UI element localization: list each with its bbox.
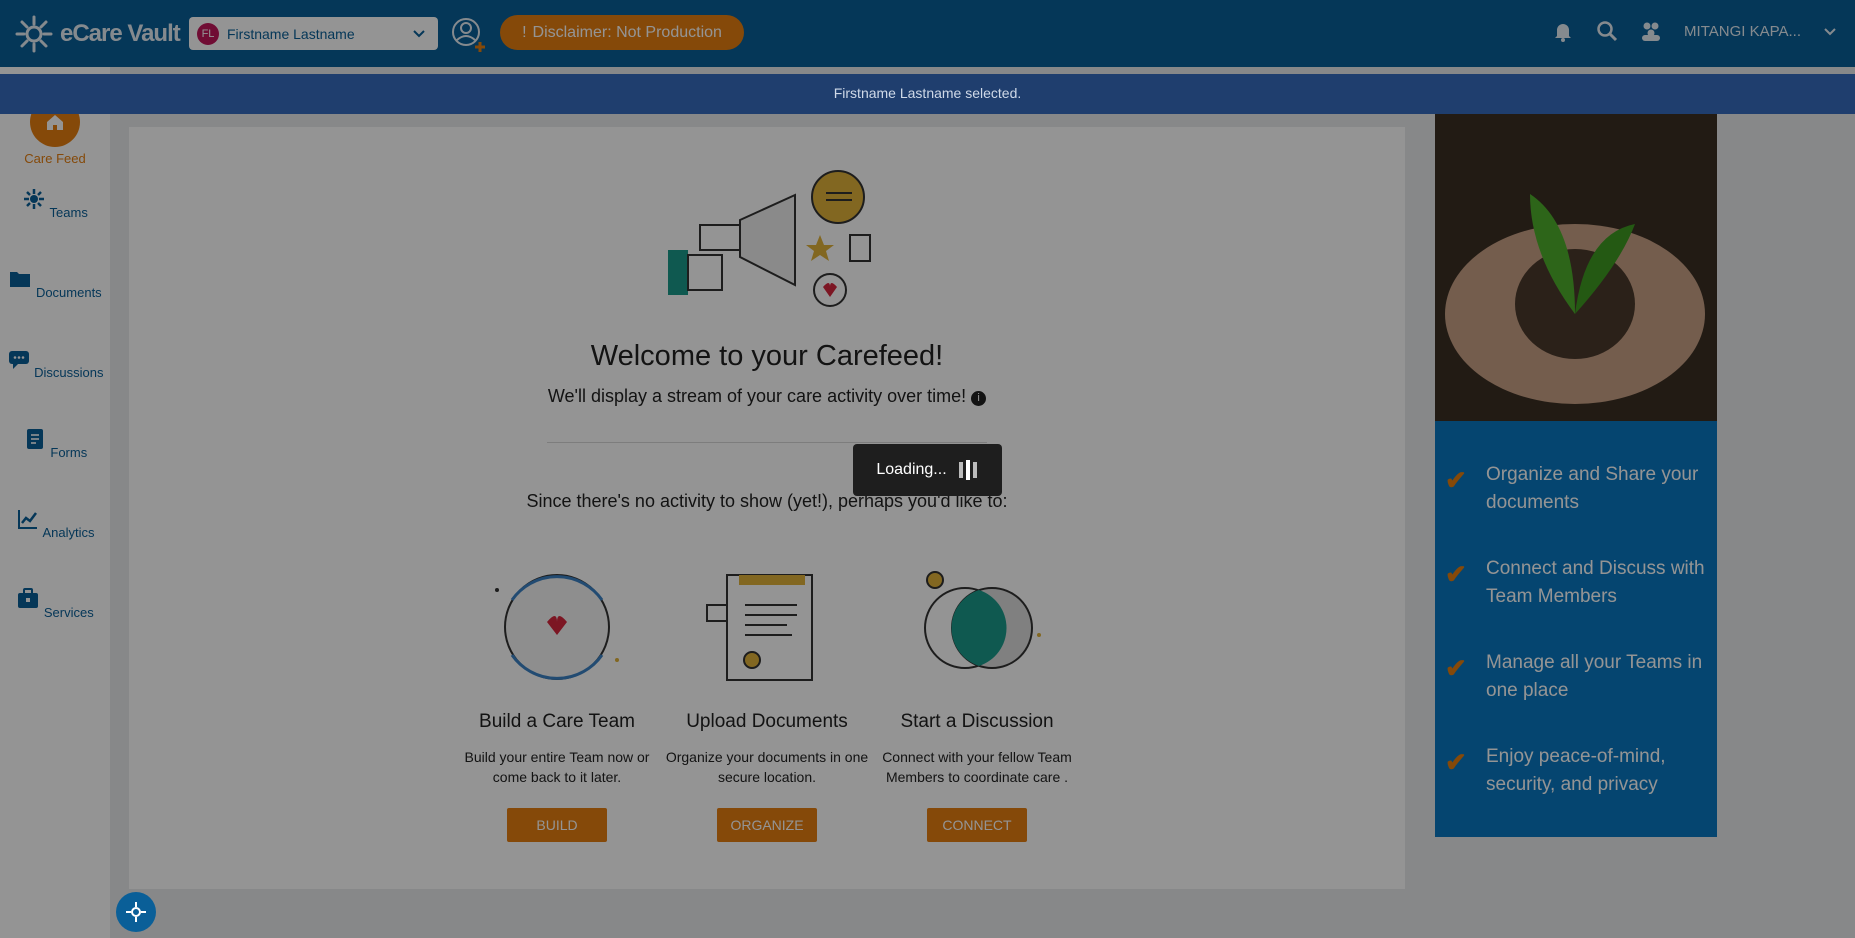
selection-toast: Firstname Lastname selected. <box>0 74 1855 114</box>
loading-indicator: Loading... <box>853 444 1002 496</box>
help-fab[interactable] <box>116 892 156 932</box>
logo-icon <box>126 902 146 922</box>
spinner-icon <box>958 460 977 480</box>
loading-text: Loading... <box>876 461 947 478</box>
